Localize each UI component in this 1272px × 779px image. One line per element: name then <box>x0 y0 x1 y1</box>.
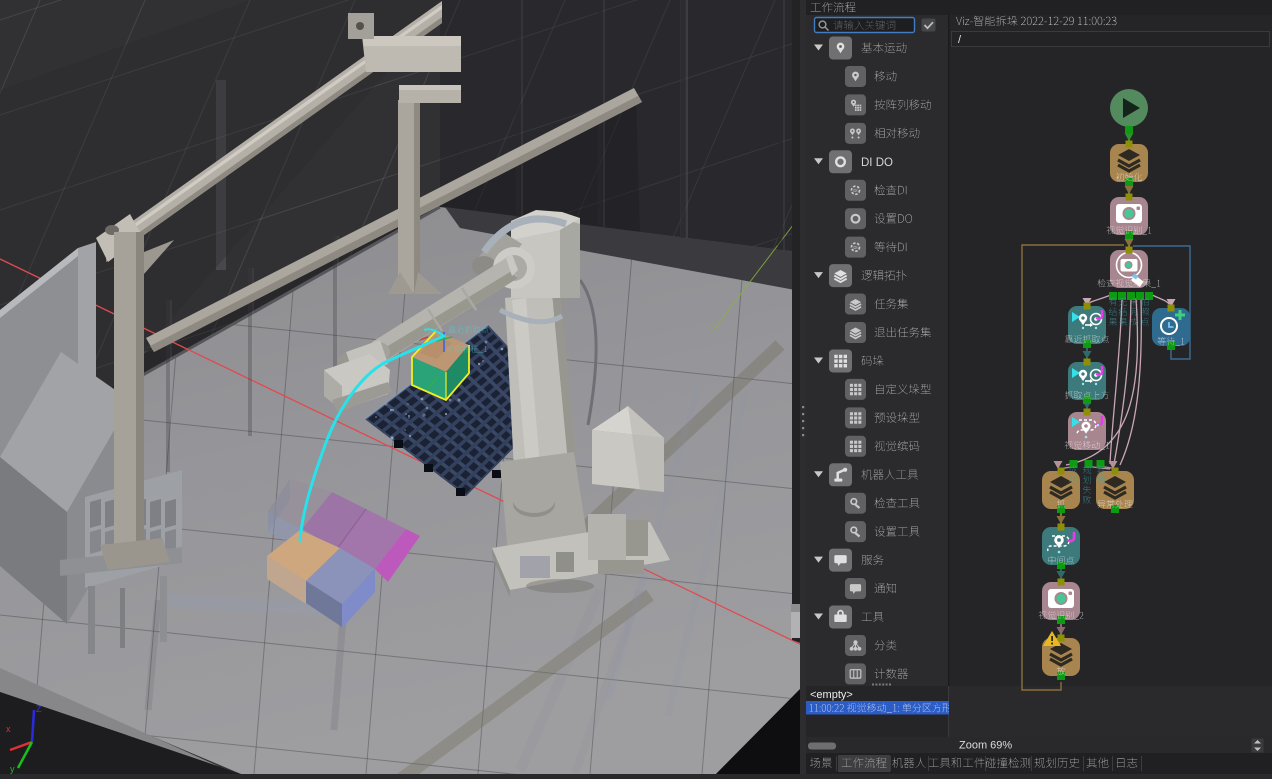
svg-text:DI: DI <box>853 245 857 250</box>
svg-text:DI: DI <box>853 188 857 193</box>
svg-text:x: x <box>6 724 11 734</box>
svg-text:Z: Z <box>36 704 42 714</box>
svg-text:y: y <box>10 764 15 774</box>
svg-text:Zoom 69%: Zoom 69% <box>959 740 1012 752</box>
svg-text:<empty>: <empty> <box>810 689 853 701</box>
svg-text:DI DO: DI DO <box>861 157 893 169</box>
